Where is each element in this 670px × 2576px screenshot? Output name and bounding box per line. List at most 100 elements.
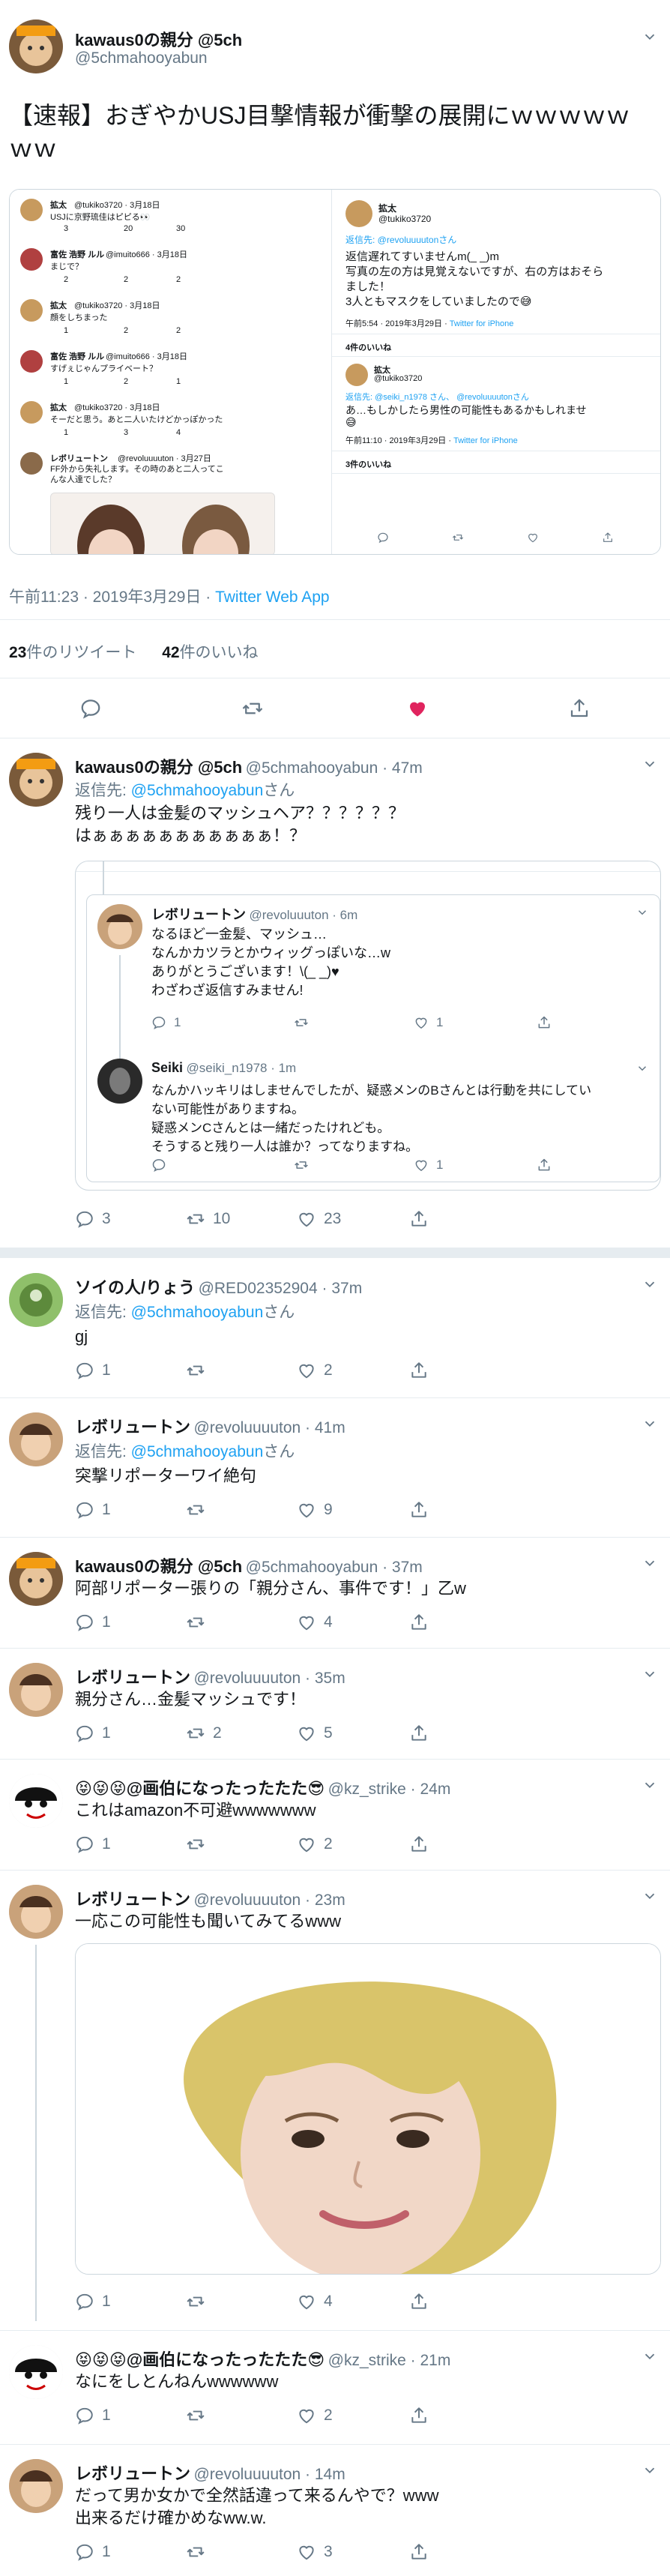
reply-button[interactable]: 1 — [75, 1610, 111, 1634]
reply-icon — [75, 2542, 94, 2562]
author-name[interactable]: レボリュートン — [75, 1890, 190, 1909]
quoted-meta: @seiki_n1978 · 1m — [186, 1061, 297, 1075]
quoted-name: Seiki — [151, 1060, 184, 1075]
share-icon[interactable] — [409, 1724, 429, 1743]
like-button[interactable]: 2 — [297, 1832, 333, 1856]
attached-photo[interactable] — [75, 1943, 661, 2275]
chevron-down-icon[interactable] — [642, 2462, 658, 2479]
tweet-image[interactable]: 拡太 @tukiko3720 · 3月18日 USJに京野琉佳はピピる👀 3 2… — [9, 189, 661, 555]
share-icon[interactable] — [409, 1613, 429, 1632]
like-button[interactable]: 2 — [297, 2404, 333, 2428]
mini-emoji: 😅 — [345, 416, 357, 428]
source-link[interactable]: Twitter Web App — [215, 589, 330, 606]
retweet-icon[interactable] — [241, 697, 264, 720]
author-handle[interactable]: @RED02352904 · 37m — [199, 1280, 363, 1297]
chevron-down-icon[interactable] — [642, 28, 658, 45]
retweet-button[interactable] — [186, 2290, 213, 2314]
share-icon[interactable] — [409, 2406, 429, 2425]
like-button[interactable]: 23 — [297, 1207, 341, 1231]
share-icon[interactable] — [409, 1361, 429, 1380]
author-name[interactable]: ソイの人/りょう — [75, 1278, 195, 1297]
embedded-image[interactable]: レボリュートン @revoluuuton · 6m なるほど一金髪、マッシュ… … — [75, 861, 661, 1191]
avatar[interactable] — [9, 2345, 63, 2399]
reply-button[interactable]: 1 — [75, 1721, 111, 1745]
reply-button[interactable]: 1 — [75, 2404, 111, 2428]
likes-stat[interactable]: 42件のいいね — [162, 644, 258, 661]
author-handle[interactable]: @5chmahooyabun — [75, 49, 208, 67]
retweet-button[interactable] — [186, 1358, 213, 1382]
mini-count: 1 — [64, 428, 69, 437]
author-name[interactable]: レボリュートン — [75, 2464, 190, 2483]
share-icon[interactable] — [409, 2542, 429, 2562]
like-button[interactable]: 4 — [297, 2290, 333, 2314]
chevron-down-icon[interactable] — [642, 2348, 658, 2365]
avatar[interactable] — [9, 1885, 63, 1939]
author-handle[interactable]: @revoluuuuton · 14m — [193, 2466, 345, 2483]
reply-icon — [75, 1500, 94, 1520]
share-icon[interactable] — [409, 2292, 429, 2311]
chevron-down-icon[interactable] — [642, 756, 658, 772]
author-name[interactable]: レボリュートン — [75, 1668, 190, 1687]
reply-button[interactable]: 3 — [75, 1207, 111, 1231]
retweet-button[interactable] — [186, 2540, 213, 2564]
chevron-down-icon[interactable] — [642, 1888, 658, 1904]
retweet-button[interactable] — [186, 1832, 213, 1856]
retweet-button[interactable]: 10 — [186, 1207, 230, 1231]
retweet-button[interactable] — [186, 2404, 213, 2428]
share-icon[interactable] — [409, 1835, 429, 1854]
avatar[interactable] — [9, 1412, 63, 1466]
share-icon[interactable] — [568, 697, 591, 720]
like-button[interactable]: 4 — [297, 1610, 333, 1634]
reply-button[interactable]: 1 — [75, 1358, 111, 1382]
mini-count: 2 — [124, 377, 129, 386]
author-handle[interactable]: @5chmahooyabun · 47m — [246, 759, 423, 777]
retweet-button[interactable] — [186, 1610, 213, 1634]
avatar[interactable] — [9, 2459, 63, 2513]
like-icon[interactable] — [406, 697, 429, 720]
chevron-down-icon[interactable] — [642, 1555, 658, 1571]
author-name[interactable]: kawaus0の親分 @5ch — [75, 1557, 242, 1576]
author-handle[interactable]: @kz_strike · 24m — [328, 1781, 451, 1798]
chevron-down-icon — [636, 906, 649, 919]
avatar[interactable] — [9, 1273, 63, 1327]
like-button[interactable]: 3 — [297, 2540, 333, 2564]
author-handle[interactable]: @revoluuuuton · 35m — [193, 1670, 345, 1687]
retweet-icon — [186, 1500, 205, 1520]
retweet-button[interactable] — [186, 1498, 213, 1522]
chevron-down-icon[interactable] — [642, 1666, 658, 1682]
tweet-timestamp[interactable]: 午前11:23 · 2019年3月29日 · Twitter Web App — [9, 585, 330, 607]
author-name[interactable]: 😝😝😝@画伯になったったたた😎 — [75, 2350, 325, 2369]
retweet-icon — [294, 1158, 309, 1173]
reply-icon[interactable] — [79, 697, 102, 720]
author-name[interactable]: 😝😝😝@画伯になったったたた😎 — [75, 1779, 325, 1798]
avatar[interactable] — [9, 19, 63, 73]
chevron-down-icon[interactable] — [642, 1276, 658, 1292]
avatar[interactable] — [9, 1663, 63, 1717]
avatar[interactable] — [9, 753, 63, 807]
reply-button[interactable]: 1 — [75, 1498, 111, 1522]
like-icon — [297, 1835, 316, 1854]
reply-button[interactable]: 1 — [75, 2540, 111, 2564]
author-handle[interactable]: @5chmahooyabun · 37m — [246, 1559, 423, 1576]
share-icon[interactable] — [409, 1500, 429, 1520]
chevron-down-icon[interactable] — [642, 1777, 658, 1793]
like-button[interactable]: 2 — [297, 1358, 333, 1382]
tweet-text-line: ｗｗ — [9, 135, 58, 162]
chevron-down-icon[interactable] — [642, 1415, 658, 1432]
reply-button[interactable]: 1 — [75, 2290, 111, 2314]
author-handle[interactable]: @revoluuuuton · 41m — [193, 1419, 345, 1436]
retweet-button[interactable]: 2 — [186, 1721, 222, 1745]
retweets-stat[interactable]: 23件のリツイート — [9, 644, 136, 661]
reply-button[interactable]: 1 — [75, 1832, 111, 1856]
author-name[interactable]: kawaus0の親分 @5ch — [75, 27, 242, 51]
like-button[interactable]: 5 — [297, 1721, 333, 1745]
avatar[interactable] — [9, 1552, 63, 1606]
author-handle[interactable]: @revoluuuuton · 23m — [193, 1892, 345, 1909]
screenshot-left-column: 拡太 @tukiko3720 · 3月18日 USJに京野琉佳はピピる👀 3 2… — [10, 190, 332, 554]
share-icon[interactable] — [409, 1209, 429, 1229]
like-button[interactable]: 9 — [297, 1498, 333, 1522]
author-name[interactable]: kawaus0の親分 @5ch — [75, 758, 242, 777]
author-name[interactable]: レボリュートン — [75, 1418, 190, 1436]
avatar[interactable] — [9, 1774, 63, 1828]
author-handle[interactable]: @kz_strike · 21m — [328, 2352, 451, 2369]
